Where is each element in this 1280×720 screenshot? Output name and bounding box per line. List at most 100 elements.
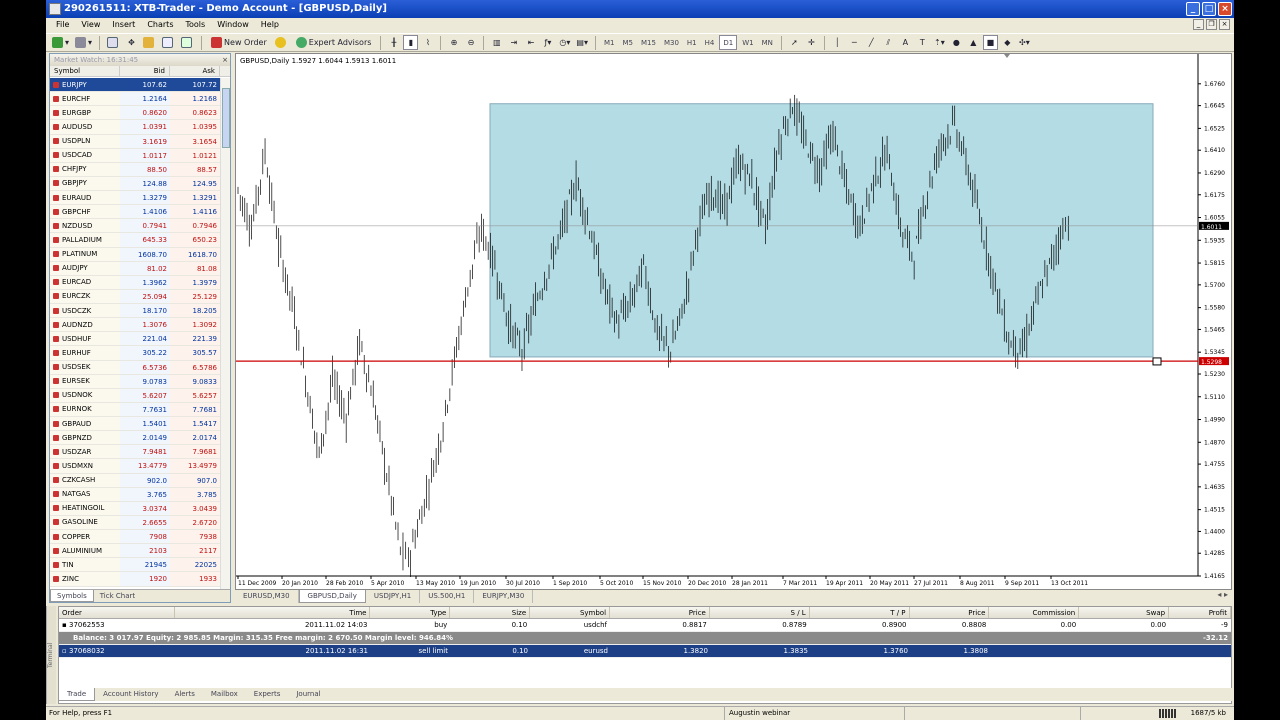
new-chart-icon[interactable]: ▾: [50, 35, 71, 50]
list-item[interactable]: AUDJPY 81.02 81.08: [50, 261, 220, 276]
list-item[interactable]: EURJPY 107.62 107.72: [50, 78, 220, 93]
list-item[interactable]: USDMXN 13.4779 13.4979: [50, 459, 220, 474]
autoscroll-icon[interactable]: ⇥: [506, 35, 521, 50]
list-item[interactable]: GBPNZD 2.0149 2.0174: [50, 431, 220, 446]
zoom-in-icon[interactable]: ⊕: [446, 35, 461, 50]
list-item[interactable]: GBPCHF 1.4106 1.4116: [50, 205, 220, 220]
tile-windows-icon[interactable]: ▥: [489, 35, 504, 50]
menu-file[interactable]: File: [50, 18, 75, 32]
menu-window[interactable]: Window: [211, 18, 255, 32]
scrollbar-thumb[interactable]: [222, 88, 230, 148]
list-item[interactable]: USDCZK 18.170 18.205: [50, 304, 220, 319]
list-item[interactable]: NZDUSD 0.7941 0.7946: [50, 219, 220, 234]
tab-eurjpy-m30[interactable]: EURJPY,M30: [474, 590, 534, 603]
list-item[interactable]: NATGAS 3.765 3.785: [50, 487, 220, 502]
channel-icon[interactable]: ⫽: [881, 35, 896, 50]
mdi-restore-button[interactable]: ❐: [1206, 19, 1217, 30]
menu-view[interactable]: View: [75, 18, 106, 32]
bar-chart-icon[interactable]: ╫: [386, 35, 401, 50]
column-symbol[interactable]: Symbol: [530, 607, 611, 618]
arrows-icon[interactable]: ⇡▾: [932, 35, 947, 50]
list-item[interactable]: AUDUSD 1.0391 1.0395: [50, 120, 220, 135]
table-row[interactable]: ▪ 37062553 2011.11.02 14:03 buy 0.10 usd…: [59, 619, 1231, 632]
minimize-button[interactable]: _: [1186, 2, 1200, 16]
list-item[interactable]: USDHUF 221.04 221.39: [50, 332, 220, 347]
column-size[interactable]: Size: [450, 607, 531, 618]
timeframe-mn[interactable]: MN: [759, 35, 776, 50]
menu-insert[interactable]: Insert: [106, 18, 141, 32]
periods-icon[interactable]: ◷▾: [557, 35, 572, 50]
chart-shift-icon[interactable]: ⇤: [523, 35, 538, 50]
tab-scroll-arrows-icon[interactable]: ◂ ▸: [1217, 590, 1228, 599]
list-item[interactable]: USDPLN 3.1619 3.1654: [50, 134, 220, 149]
rectangle-icon[interactable]: ■: [982, 35, 998, 50]
close-button[interactable]: ×: [1218, 2, 1232, 16]
menu-charts[interactable]: Charts: [141, 18, 179, 32]
expert-advisors-button[interactable]: Expert Advisors: [292, 35, 376, 50]
list-item[interactable]: AUDNZD 1.3076 1.3092: [50, 318, 220, 333]
data-window-icon[interactable]: [141, 35, 158, 50]
navigator-icon[interactable]: ✥: [124, 35, 139, 50]
list-item[interactable]: ALUMINIUM 2103 2117: [50, 544, 220, 559]
candlestick-icon[interactable]: ▮: [403, 35, 419, 50]
column-bid[interactable]: Bid: [120, 66, 170, 76]
mdi-close-button[interactable]: ×: [1219, 19, 1230, 30]
list-item[interactable]: EURHUF 305.22 305.57: [50, 346, 220, 361]
column-type[interactable]: Type: [370, 607, 451, 618]
close-icon[interactable]: ×: [222, 54, 228, 66]
timeframe-d1[interactable]: D1: [719, 35, 738, 50]
list-item[interactable]: TIN 21945 22025: [50, 558, 220, 573]
list-item[interactable]: EURCZK 25.094 25.129: [50, 289, 220, 304]
column-order[interactable]: Order: [59, 607, 175, 618]
timeframe-h4[interactable]: H4: [702, 35, 718, 50]
timeframe-w1[interactable]: W1: [739, 35, 756, 50]
tester-icon[interactable]: [179, 35, 196, 50]
column-time[interactable]: Time: [175, 607, 371, 618]
column-current-price[interactable]: Price: [910, 607, 990, 618]
list-item[interactable]: GBPJPY 124.88 124.95: [50, 176, 220, 191]
mdi-minimize-button[interactable]: _: [1193, 19, 1204, 30]
timeframe-m5[interactable]: M5: [620, 35, 637, 50]
ellipse-icon[interactable]: ●: [949, 35, 964, 50]
horizontal-line-icon[interactable]: ─: [847, 35, 862, 50]
column-profit[interactable]: Profit: [1169, 607, 1231, 618]
list-item[interactable]: GBPAUD 1.5401 1.5417: [50, 417, 220, 432]
timeframe-m1[interactable]: M1: [601, 35, 618, 50]
list-item[interactable]: CHFJPY 88.50 88.57: [50, 162, 220, 177]
list-item[interactable]: PLATINUM 1608.70 1618.70: [50, 247, 220, 262]
list-item[interactable]: PALLADIUM 645.33 650.23: [50, 233, 220, 248]
list-item[interactable]: HEATINGOIL 3.0374 3.0439: [50, 501, 220, 516]
menu-help[interactable]: Help: [255, 18, 285, 32]
meta-editor-icon[interactable]: [273, 35, 290, 50]
list-item[interactable]: ZINC 1920 1933: [50, 572, 220, 587]
vertical-line-icon[interactable]: │: [830, 35, 845, 50]
column-commission[interactable]: Commission: [989, 607, 1080, 618]
tab-journal[interactable]: Journal: [288, 688, 328, 701]
status-profile[interactable]: Augustin webinar: [724, 707, 904, 720]
column-sl[interactable]: S / L: [710, 607, 810, 618]
triangle-icon[interactable]: ▲: [966, 35, 981, 50]
cursor-icon[interactable]: ➚: [787, 35, 802, 50]
chart-window[interactable]: GBPUSD,Daily 1.5927 1.6044 1.5913 1.6011…: [235, 53, 1232, 590]
new-order-button[interactable]: New Order: [207, 35, 271, 50]
list-item[interactable]: CZKCASH 902.0 907.0: [50, 473, 220, 488]
column-price[interactable]: Price: [610, 607, 710, 618]
tab-trade[interactable]: Trade: [58, 688, 96, 701]
tab-mailbox[interactable]: Mailbox: [203, 688, 246, 701]
list-item[interactable]: USDNOK 5.6207 5.6257: [50, 388, 220, 403]
tab-experts[interactable]: Experts: [246, 688, 289, 701]
price-chart[interactable]: GBPUSD,Daily 1.5927 1.6044 1.5913 1.6011…: [236, 54, 1231, 589]
list-item[interactable]: EURAUD 1.3279 1.3291: [50, 191, 220, 206]
column-symbol[interactable]: Symbol: [50, 66, 120, 76]
crosshair-icon[interactable]: ✛: [804, 35, 819, 50]
menu-tools[interactable]: Tools: [179, 18, 211, 32]
list-item[interactable]: USDZAR 7.9481 7.9681: [50, 445, 220, 460]
list-item[interactable]: EURCAD 1.3962 1.3979: [50, 275, 220, 290]
tab-us500-h1[interactable]: US.500,H1: [420, 590, 475, 603]
tab-alerts[interactable]: Alerts: [167, 688, 203, 701]
text-label-icon[interactable]: T: [915, 35, 930, 50]
timeframe-m30[interactable]: M30: [661, 35, 682, 50]
list-item[interactable]: GASOLINE 2.6655 2.6720: [50, 515, 220, 530]
tab-tick-chart[interactable]: Tick Chart: [94, 590, 141, 602]
eraser-icon[interactable]: ◆: [1000, 35, 1015, 50]
